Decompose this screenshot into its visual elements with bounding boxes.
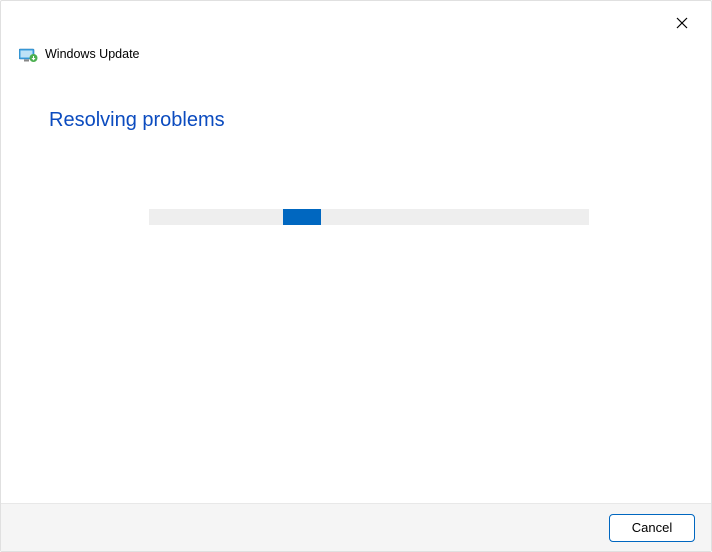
windows-update-icon xyxy=(19,47,37,61)
header: Windows Update xyxy=(19,47,140,61)
close-icon xyxy=(676,17,688,29)
progress-bar xyxy=(149,209,589,225)
cancel-button[interactable]: Cancel xyxy=(609,514,695,542)
titlebar xyxy=(659,1,711,41)
progress-indicator xyxy=(283,209,321,225)
close-button[interactable] xyxy=(659,7,705,39)
header-title: Windows Update xyxy=(45,47,140,61)
footer: Cancel xyxy=(1,503,711,551)
page-heading: Resolving problems xyxy=(49,109,225,132)
